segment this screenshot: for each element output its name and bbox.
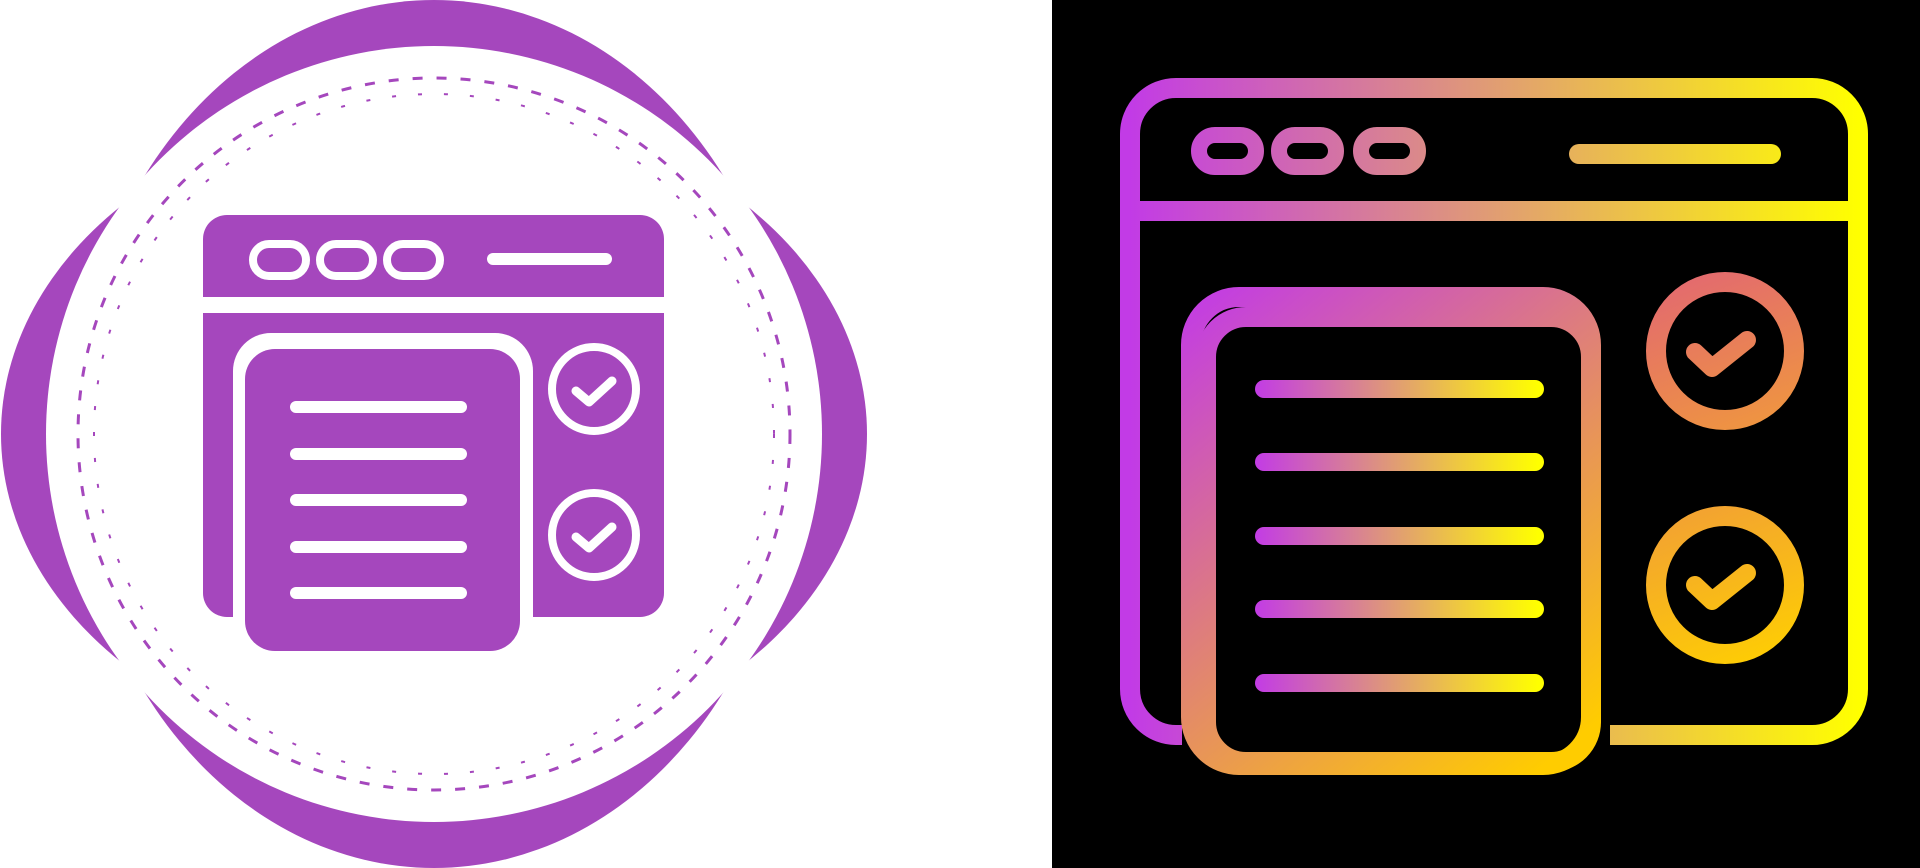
check-mark-icon [1686,564,1756,610]
glyph-icon-panel [0,0,1052,868]
outline-check-1 [1646,272,1804,430]
gradient-icon-panel [1052,0,1920,868]
browser-document-checklist-glyph-badge-icon [1,0,867,868]
glyph-text-line-3 [290,494,467,506]
glyph-text-line-4 [290,541,467,553]
glyph-document [233,333,533,655]
outline-window-dot-3 [1353,127,1426,175]
browser-document-checklist-gradient-outline-icon [1120,78,1868,775]
outline-document [1181,287,1601,775]
icon-pair-canvas [0,0,1920,868]
glyph-window-divider [203,297,664,313]
glyph-address-bar [487,253,612,265]
check-mark-icon [1686,331,1756,377]
glyph-text-line-5 [290,587,467,599]
outline-window-dot-1 [1191,127,1264,175]
outline-check-2 [1646,506,1804,664]
glyph-text-line-1 [290,401,467,413]
glyph-text-line-2 [290,448,467,460]
outline-window-dot-2 [1271,127,1344,175]
